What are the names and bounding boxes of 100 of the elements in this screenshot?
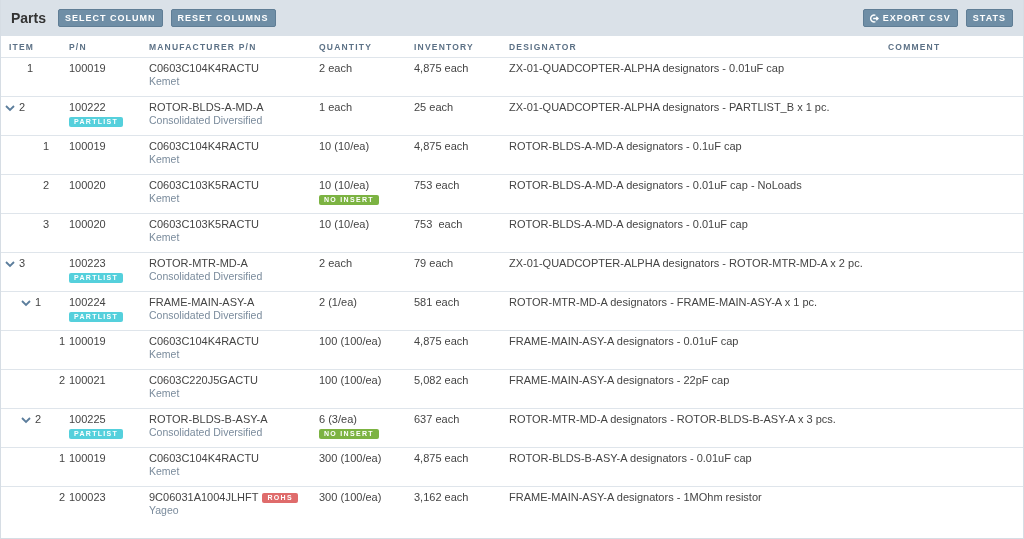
- item-number: 1: [35, 296, 42, 309]
- quantity-text: 1 each: [319, 101, 354, 114]
- designator-text: ROTOR-MTR-MD-A designators - ROTOR-BLDS-B-ASY-A x 3 pcs.: [509, 413, 837, 426]
- designator-text: FRAME-MAIN-ASY-A designators - 1MOhm resistor: [509, 491, 763, 504]
- manufacturer-name: Consolidated Diversified: [149, 114, 264, 127]
- column-header: COMMENT: [880, 36, 1023, 58]
- part-number: 100020: [69, 218, 107, 231]
- part-number: 100223: [69, 257, 107, 270]
- quantity-text: 2 each: [319, 257, 354, 270]
- column-header: P/N: [61, 36, 141, 58]
- chevron-icon[interactable]: [21, 298, 31, 307]
- column-header: MANUFACTURER P/N: [141, 36, 311, 58]
- quantity-text: 100 (100/ea): [319, 374, 383, 387]
- designator-text: ZX-01-QUADCOPTER-ALPHA designators - PARTLIST_B x 1 pc.: [509, 101, 831, 114]
- manufacturer-name: Kemet: [149, 348, 181, 361]
- export-button[interactable]: EXPORT CSV: [862, 9, 958, 27]
- part-number: 100019: [69, 452, 107, 465]
- manufacturer-name: Kemet: [149, 153, 181, 166]
- item-number: 2: [35, 413, 42, 426]
- manufacturer-name: Kemet: [149, 75, 181, 88]
- inventory-text: 581 each: [414, 296, 461, 309]
- manufacturer-part-number: C0603C104K4RACTU: [149, 452, 260, 465]
- part-number: 100019: [69, 62, 107, 75]
- designator-text: ROTOR-BLDS-B-ASY-A designators - 0.01uF cap: [509, 452, 753, 465]
- column-header: DESIGNATOR: [501, 36, 880, 58]
- inventory-text: 4,875 each: [414, 62, 470, 75]
- manufacturer-part-number: ROTOR-BLDS-B-ASY-A: [149, 413, 268, 426]
- manufacturer-part-number: C0603C104K4RACTU: [149, 140, 260, 153]
- item-number: 1: [42, 140, 49, 153]
- manufacturer-name: Consolidated Diversified: [149, 426, 264, 439]
- manufacturer-name: Yageo: [149, 504, 180, 517]
- manufacturer-name: Kemet: [149, 231, 181, 244]
- designator-text: FRAME-MAIN-ASY-A designators - 0.01uF cap: [509, 335, 740, 348]
- item-number: 3: [19, 257, 26, 270]
- export-icon: [869, 13, 879, 23]
- quantity-text: 10 (10/ea): [319, 179, 371, 192]
- part-number: 100222: [69, 101, 107, 114]
- inventory-text: 5,082 each: [414, 374, 470, 387]
- part-number: 100019: [69, 335, 107, 348]
- part-number: 100225: [69, 413, 107, 426]
- manufacturer-name: Consolidated Diversified: [149, 270, 264, 283]
- inventory-text: 753 each: [414, 179, 461, 192]
- designator-text: ZX-01-QUADCOPTER-ALPHA designators - ROTOR-MTR-MD-A x 2 pc.: [509, 257, 864, 270]
- inventory-text: 4,875 each: [414, 452, 470, 465]
- chevron-icon[interactable]: [5, 103, 15, 112]
- quantity-text: 10 (10/ea): [319, 140, 371, 153]
- manufacturer-part-number: FRAME-MAIN-ASY-A: [149, 296, 255, 309]
- manufacturer-name: Kemet: [149, 192, 181, 205]
- stats-button[interactable]: STATS: [965, 9, 1013, 27]
- chevron-icon[interactable]: [21, 415, 31, 424]
- part-number: 100021: [69, 374, 107, 387]
- item-number: 2: [58, 374, 65, 387]
- designator-text: ROTOR-BLDS-A-MD-A designators - 0.1uF cap: [509, 140, 743, 153]
- item-number: 1: [58, 335, 65, 348]
- panel-title: Parts: [11, 8, 47, 28]
- quantity-text: 2 each: [319, 62, 354, 75]
- inventory-text: 4,875 each: [414, 335, 470, 348]
- item-number: 2: [42, 179, 49, 192]
- designator-text: FRAME-MAIN-ASY-A designators - 22pF cap: [509, 374, 731, 387]
- inventory-text: 25 each: [414, 101, 455, 114]
- designator-text: ROTOR-MTR-MD-A designators - FRAME-MAIN-ASY-A x 1 pc.: [509, 296, 819, 309]
- quantity-text: 10 (10/ea): [319, 218, 371, 231]
- column-header: INVENTORY: [406, 36, 501, 58]
- quantity-text: 2 (1/ea): [319, 296, 358, 309]
- column-button[interactable]: SELECT COLUMN: [58, 9, 163, 27]
- manufacturer-name: Kemet: [149, 387, 181, 400]
- designator-text: ROTOR-BLDS-A-MD-A designators - 0.01uF cap: [509, 218, 749, 231]
- column-button[interactable]: RESET COLUMNS: [170, 9, 276, 27]
- inventory-text: 3,162 each: [414, 491, 470, 504]
- chevron-icon[interactable]: [5, 259, 15, 268]
- manufacturer-part-number: 9C06031A1004JLHFT: [149, 491, 259, 504]
- item-number: 2: [19, 101, 26, 114]
- manufacturer-name: Consolidated Diversified: [149, 309, 264, 322]
- manufacturer-name: Kemet: [149, 465, 181, 478]
- column-header: ITEM: [1, 36, 61, 58]
- manufacturer-part-number: ROTOR-BLDS-A-MD-A: [149, 101, 264, 114]
- quantity-text: 300 (100/ea): [319, 491, 383, 504]
- inventory-text: 4,875 each: [414, 140, 470, 153]
- item-number: 1: [26, 62, 33, 75]
- item-number: 2: [58, 491, 65, 504]
- inventory-text: 79 each: [414, 257, 455, 270]
- manufacturer-part-number: C0603C220J5GACTU: [149, 374, 258, 387]
- manufacturer-part-number: C0603C103K5RACTU: [149, 179, 260, 192]
- item-number: 1: [58, 452, 65, 465]
- designator-text: ZX-01-QUADCOPTER-ALPHA designators - 0.01uF cap: [509, 62, 786, 75]
- part-number: 100023: [69, 491, 107, 504]
- manufacturer-part-number: C0603C104K4RACTU: [149, 62, 260, 75]
- inventory-text: 637 each: [414, 413, 461, 426]
- quantity-text: 300 (100/ea): [319, 452, 383, 465]
- item-number: 3: [42, 218, 49, 231]
- manufacturer-part-number: C0603C103K5RACTU: [149, 218, 260, 231]
- inventory-text: 753 each: [414, 218, 464, 231]
- designator-text: ROTOR-BLDS-A-MD-A designators - 0.01uF cap - NoLoads: [509, 179, 803, 192]
- part-number: 100020: [69, 179, 107, 192]
- quantity-text: 6 (3/ea): [319, 413, 358, 426]
- manufacturer-part-number: C0603C104K4RACTU: [149, 335, 260, 348]
- column-header: QUANTITY: [311, 36, 406, 58]
- manufacturer-part-number: ROTOR-MTR-MD-A: [149, 257, 248, 270]
- part-number: 100224: [69, 296, 107, 309]
- quantity-text: 100 (100/ea): [319, 335, 383, 348]
